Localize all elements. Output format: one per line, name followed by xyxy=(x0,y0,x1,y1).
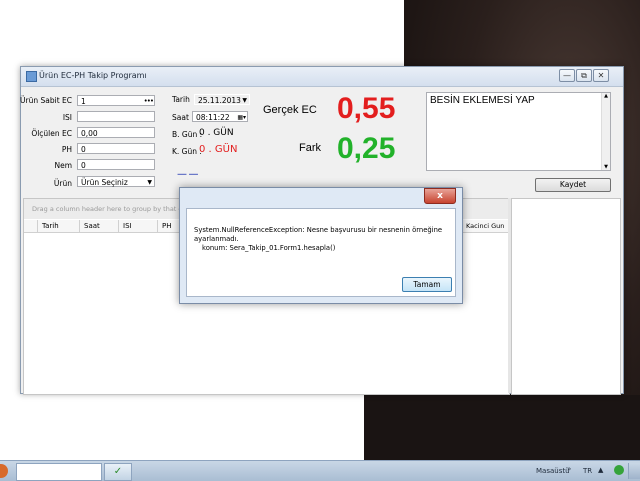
tray-status-icon[interactable] xyxy=(614,465,624,475)
dialog-close-button[interactable]: x xyxy=(424,188,456,204)
language-indicator[interactable]: TR xyxy=(583,467,592,475)
column-header-kacinci-gun[interactable]: Kacinci Gun xyxy=(464,220,509,232)
dash-marker: — — xyxy=(177,169,199,180)
tarih-label: Tarih xyxy=(172,95,190,104)
window-title: Ürün EC-PH Takip Programı xyxy=(39,71,147,80)
row-indicator-header xyxy=(24,220,38,232)
saat-label: Saat xyxy=(172,113,189,122)
column-header-isi[interactable]: ISI xyxy=(119,220,158,232)
error-message-line2: ayarlanmadı. xyxy=(194,235,239,243)
group-hint: Drag a column header here to group by th… xyxy=(32,205,203,213)
note-scrollbar[interactable]: ▲ ▼ xyxy=(601,93,610,170)
olculen-ec-input[interactable]: 0,00 xyxy=(77,127,155,138)
save-button[interactable]: Kaydet xyxy=(535,178,611,192)
side-panel xyxy=(511,198,621,395)
maximize-button[interactable]: ⧉ xyxy=(576,69,592,82)
desktop-toolbar-label[interactable]: Masaüstü xyxy=(536,467,570,475)
close-button[interactable]: ✕ xyxy=(593,69,609,82)
urun-label: Ürün xyxy=(53,179,72,188)
lookup-button[interactable]: ••• xyxy=(144,96,154,107)
taskbar-pin-icon[interactable]: ✓ xyxy=(104,463,132,481)
error-dialog: x System.NullReferenceException: Nesne b… xyxy=(179,187,463,304)
chevron-down-icon: ▼ xyxy=(147,179,152,186)
error-message-line3: konum: Sera_Takip_01.Form1.hesapla() xyxy=(202,244,336,252)
urun-sabit-ec-value: 1 xyxy=(81,97,86,106)
urun-select[interactable]: Ürün Seçiniz ▼ xyxy=(77,176,155,187)
fark-label: Fark xyxy=(299,142,321,154)
show-desktop-button[interactable] xyxy=(628,463,640,479)
olculen-ec-label: Ölçülen EC xyxy=(31,129,72,138)
saat-picker[interactable]: 08:11:22 ▦▾ xyxy=(192,111,248,122)
k-gun-label: K. Gün : xyxy=(172,147,202,156)
note-textbox[interactable]: BESİN EKLEMESİ YAP ▲ ▼ xyxy=(426,92,611,171)
urun-select-value: Ürün Seçiniz xyxy=(81,178,128,187)
toolbar-arrow-icon[interactable]: » xyxy=(567,465,571,473)
tarih-picker[interactable]: 25.11.2013 ▼ xyxy=(194,94,250,105)
isi-input[interactable] xyxy=(77,111,155,122)
column-header-tarih[interactable]: Tarih xyxy=(38,220,80,232)
nem-input[interactable]: 0 xyxy=(77,159,155,170)
k-gun-value: 0 . GÜN xyxy=(199,144,238,155)
nem-label: Nem xyxy=(54,161,72,170)
tarih-value: 25.11.2013 xyxy=(198,96,241,105)
minimize-button[interactable]: — xyxy=(559,69,575,82)
taskbar: ✓ Masaüstü » TR ▲ xyxy=(0,460,640,481)
calendar-icon: ▦▾ xyxy=(237,114,246,121)
fark-value: 0,25 xyxy=(337,132,396,165)
ph-input[interactable]: 0 xyxy=(77,143,155,154)
column-header-saat[interactable]: Saat xyxy=(80,220,119,232)
app-icon xyxy=(26,71,37,82)
note-text: BESİN EKLEMESİ YAP xyxy=(430,95,535,106)
urun-sabit-ec-input[interactable]: 1 ••• xyxy=(77,95,155,106)
title-bar[interactable]: Ürün EC-PH Takip Programı — ⧉ ✕ xyxy=(21,67,623,87)
start-orb-icon[interactable] xyxy=(0,464,8,478)
desktop-background-lower xyxy=(364,395,640,460)
chevron-down-icon: ▼ xyxy=(242,97,247,104)
urun-sabit-ec-label: Ürün Sabit EC xyxy=(20,96,72,105)
taskbar-app-button[interactable] xyxy=(16,463,102,481)
gercek-ec-value: 0,55 xyxy=(337,92,396,125)
b-gun-value: 0 . GÜN xyxy=(199,128,234,138)
error-message: System.NullReferenceException: Nesne baş… xyxy=(194,226,456,253)
ok-button[interactable]: Tamam xyxy=(402,277,452,292)
dialog-body: System.NullReferenceException: Nesne baş… xyxy=(186,208,456,297)
b-gun-label: B. Gün : xyxy=(172,130,203,139)
saat-value: 08:11:22 xyxy=(196,113,230,122)
ph-label: PH xyxy=(61,145,72,154)
gercek-ec-label: Gerçek EC xyxy=(263,104,317,116)
error-message-line1: System.NullReferenceException: Nesne baş… xyxy=(194,226,443,234)
tray-expand-icon[interactable]: ▲ xyxy=(598,466,603,474)
isi-label: ISI xyxy=(62,113,72,122)
